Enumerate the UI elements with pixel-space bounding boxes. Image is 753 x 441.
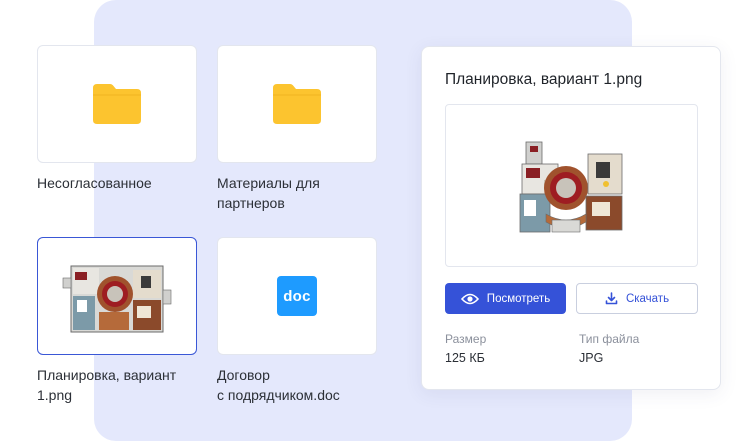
doc-badge-text: doc [283, 287, 311, 305]
floorplan-thumbnail [55, 256, 179, 336]
size-value: 125 КБ [445, 351, 485, 365]
download-button-label: Скачать [625, 292, 670, 305]
file-type-label: Тип файла [579, 332, 640, 346]
file-name: Договор с подрядчиком.doc [217, 365, 387, 405]
file-name: Несогласованное [37, 173, 207, 193]
file-name-line: Планировка, вариант [37, 367, 177, 383]
file-type-value: JPG [579, 351, 604, 365]
image-preview [445, 104, 698, 267]
file-name-line: 1.png [37, 387, 73, 403]
file-name-text: Несогласованное [37, 175, 152, 191]
folder-icon [273, 84, 321, 124]
size-label: Размер [445, 332, 487, 346]
doc-file-icon: doc [277, 276, 317, 316]
file-tile-contract-doc[interactable]: doc [217, 237, 377, 355]
file-name-line: Договор [217, 367, 270, 383]
floorplan-preview [515, 133, 628, 238]
file-name: Планировка, вариант 1.png [37, 365, 207, 405]
file-name-line: Материалы для [217, 175, 320, 191]
file-tile-folder-partners[interactable] [217, 45, 377, 163]
file-name: Материалы для партнеров [217, 173, 387, 213]
folder-icon [93, 84, 141, 124]
file-name-line: с подрядчиком.doc [217, 387, 340, 403]
file-details-panel: Планировка, вариант 1.png Посмотреть Ска… [421, 46, 721, 390]
file-name-line: партнеров [217, 195, 285, 211]
details-title: Планировка, вариант 1.png [445, 71, 643, 88]
download-icon [605, 292, 618, 305]
file-tile-floorplan-image[interactable] [37, 237, 197, 355]
view-button-label: Посмотреть [486, 292, 551, 305]
eye-icon [460, 293, 479, 304]
view-button[interactable]: Посмотреть [445, 283, 566, 314]
download-button[interactable]: Скачать [576, 283, 698, 314]
file-tile-folder-unapproved[interactable] [37, 45, 197, 163]
